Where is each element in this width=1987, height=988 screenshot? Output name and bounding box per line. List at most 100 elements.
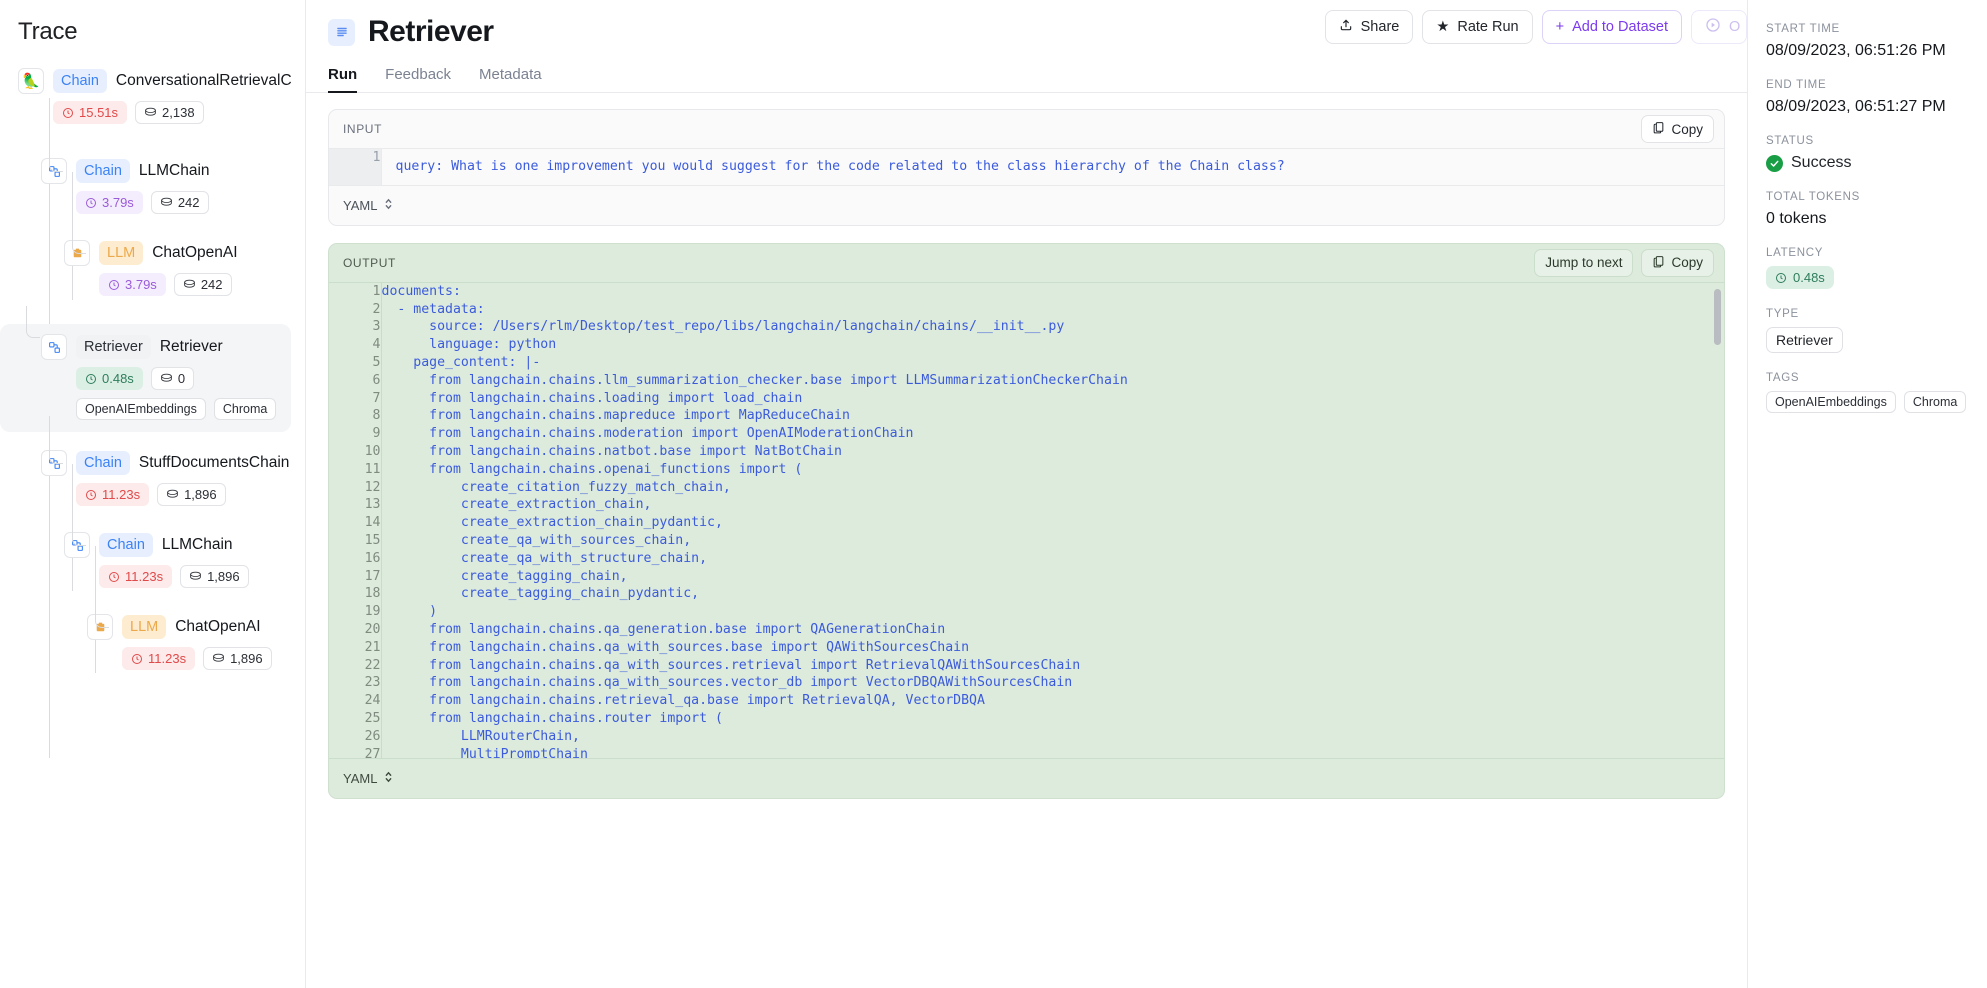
node-label: StuffDocumentsChain <box>138 454 290 471</box>
add-to-dataset-button[interactable]: + Add to Dataset <box>1541 10 1682 44</box>
node-tokens-text: 1,896 <box>207 569 240 584</box>
node-type-badge: Chain <box>53 68 107 94</box>
code-line: 16 create_qa_with_structure_chain, <box>329 549 1724 568</box>
line-number: 16 <box>329 549 382 568</box>
line-number: 3 <box>329 318 382 337</box>
copy-icon <box>1652 121 1665 137</box>
share-button[interactable]: Share <box>1324 10 1414 44</box>
output-scrollbar-thumb[interactable] <box>1714 288 1721 345</box>
trace-tree: 🦜 Chain ConversationalRetrievalChain 15.… <box>0 68 291 758</box>
code-line: 26 LLMRouterChain, <box>329 727 1724 746</box>
line-source: from langchain.chains.qa_with_sources.ve… <box>381 675 1073 691</box>
line-source: from langchain.chains.retrieval_qa.base … <box>381 693 985 709</box>
node-label: ChatOpenAI <box>152 244 238 261</box>
line-number: 1 <box>329 282 382 301</box>
trace-sidebar: Trace 🦜 Chain ConversationalRetrievalCha… <box>0 0 306 988</box>
tab-feedback[interactable]: Feedback <box>385 66 451 92</box>
input-copy-button[interactable]: Copy <box>1641 115 1714 143</box>
code-line: 6 from langchain.chains.llm_summarizatio… <box>329 371 1724 390</box>
output-code-area: 1 documents: 2 - metadata: 3 source: /Users… <box>329 281 1724 758</box>
line-number: 5 <box>329 353 382 372</box>
output-copy-button[interactable]: Copy <box>1641 248 1714 277</box>
node-tokens: 1,896 <box>180 565 249 588</box>
node-latency-text: 11.23s <box>125 569 164 584</box>
run-header: Retriever Share ★ Rate Run + Add to Data… <box>306 0 1747 93</box>
play-circle-icon <box>1705 17 1721 37</box>
line-number: 17 <box>329 567 382 586</box>
trace-node-stuffdocumentschain[interactable]: Chain StuffDocumentsChain 11.23s 1,896 <box>41 416 291 591</box>
node-latency-text: 15.51s <box>79 105 119 120</box>
code-line: 21 from langchain.chains.qa_with_sources… <box>329 638 1724 657</box>
code-line: 24 from langchain.chains.retrieval_qa.ba… <box>329 692 1724 710</box>
trace-node-retriever-selected[interactable]: Retriever Retriever 0.48s 0 OpenAIEmbedd… <box>0 306 291 432</box>
rate-run-button[interactable]: ★ Rate Run <box>1422 10 1533 44</box>
code-line: 4 language: python <box>329 336 1724 354</box>
status-label: STATUS <box>1766 135 1814 147</box>
output-format-label: YAML <box>343 770 378 786</box>
code-line: 8 from langchain.chains.mapreduce import… <box>329 407 1724 426</box>
trace-node-chatopenai-1[interactable]: LLM ChatOpenAI 3.79s 242 <box>64 214 291 296</box>
output-code-table: 1 documents: 2 - metadata: 3 source: /Users… <box>329 282 1724 758</box>
tree-connector <box>72 214 86 254</box>
node-type-badge: Chain <box>76 450 130 476</box>
code-line: 19 ) <box>329 603 1724 621</box>
output-format-selector[interactable]: YAML <box>343 770 393 787</box>
code-line: 17 create_tagging_chain, <box>329 567 1724 586</box>
line-source: from langchain.chains.mapreduce import M… <box>381 408 850 424</box>
tabs-divider <box>306 92 1747 93</box>
node-tokens: 1,896 <box>157 483 226 506</box>
line-source: from langchain.chains.router import ( <box>381 710 723 726</box>
tag-item: OpenAIEmbeddings <box>1766 391 1896 413</box>
code-line: 23 from langchain.chains.qa_with_sources… <box>329 674 1724 693</box>
node-tokens-text: 1,896 <box>184 487 217 502</box>
line-number: 22 <box>329 656 382 675</box>
jump-to-next-button[interactable]: Jump to next <box>1534 248 1634 277</box>
tree-connector <box>95 588 109 628</box>
trace-node-conversationalretrievalchain[interactable]: 🦜 Chain ConversationalRetrievalChain 15.… <box>18 68 291 124</box>
node-type-badge: Chain <box>76 158 130 184</box>
node-tokens-text: 242 <box>200 277 223 292</box>
line-source: create_citation_fuzzy_match_chain, <box>381 479 731 495</box>
node-latency: 15.51s <box>53 101 128 124</box>
line-number: 10 <box>329 442 382 461</box>
chevron-updown-icon <box>384 197 393 214</box>
line-source: create_tagging_chain_pydantic, <box>381 586 700 602</box>
total-tokens-label: TOTAL TOKENS <box>1766 191 1861 203</box>
line-source: MultiPromptChain <box>381 746 588 758</box>
trace-node-llmchain-2[interactable]: Chain LLMChain 11.23s 1,896 <box>64 506 291 673</box>
code-line: 5 page_content: |- <box>329 353 1724 372</box>
line-source: from langchain.chains.moderation import … <box>381 426 914 442</box>
node-tag: OpenAIEmbeddings <box>76 398 206 420</box>
playground-label: O <box>1729 19 1741 35</box>
node-tokens: 242 <box>150 191 209 214</box>
line-number: 20 <box>329 620 382 639</box>
line-source: LLMRouterChain, <box>381 728 580 744</box>
line-number: 24 <box>329 692 382 710</box>
line-number: 11 <box>329 460 382 479</box>
node-label: LLMChain <box>138 162 210 179</box>
trace-node-llmchain-1[interactable]: Chain LLMChain 3.79s 242 <box>41 132 291 300</box>
total-tokens-value: 0 tokens <box>1766 210 1827 227</box>
input-format-selector[interactable]: YAML <box>343 197 393 214</box>
line-number: 26 <box>329 727 382 746</box>
star-icon: ★ <box>1436 19 1450 35</box>
node-tag: Chroma <box>213 398 277 420</box>
output-code-scroll[interactable]: 1 documents: 2 - metadata: 3 source: /Users… <box>329 282 1724 758</box>
trace-node-chatopenai-2[interactable]: LLM ChatOpenAI 11.23s 1,896 <box>87 588 291 670</box>
code-line: 11 from langchain.chains.openai_function… <box>329 460 1724 479</box>
tab-run[interactable]: Run <box>328 66 358 93</box>
node-tokens: 242 <box>173 273 232 296</box>
input-panel-actions: Copy <box>1641 115 1714 143</box>
line-number: 9 <box>329 425 382 443</box>
code-line: 25 from langchain.chains.router import ( <box>329 709 1724 728</box>
playground-button[interactable]: O <box>1691 10 1747 44</box>
page-title: Retriever <box>368 15 494 48</box>
output-panel: OUTPUT Jump to next Copy 1 documents: 2 … <box>328 242 1725 799</box>
app-root: Trace 🦜 Chain ConversationalRetrievalCha… <box>0 0 1987 988</box>
node-label: ChatOpenAI <box>175 618 261 635</box>
meta-type: TYPE Retriever <box>1766 308 1969 353</box>
status-badge: Success <box>1766 154 1969 172</box>
add-to-dataset-label: Add to Dataset <box>1572 19 1668 35</box>
tab-metadata[interactable]: Metadata <box>479 66 542 92</box>
node-latency: 3.79s <box>99 273 166 296</box>
